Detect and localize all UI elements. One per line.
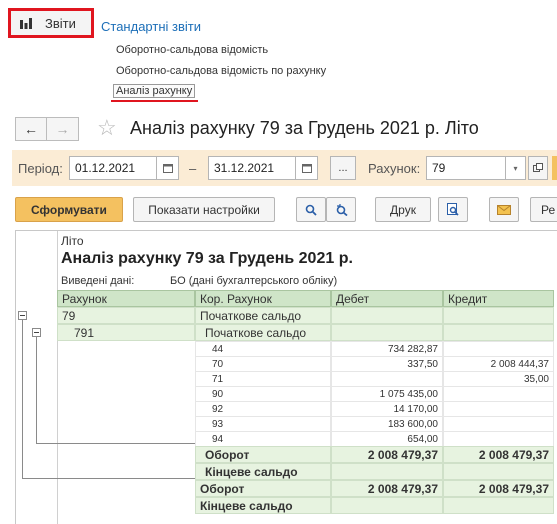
standard-reports-link[interactable]: Стандартні звіти bbox=[101, 19, 201, 34]
account-open-button[interactable] bbox=[528, 156, 548, 180]
detail-credit bbox=[443, 386, 554, 402]
account-input[interactable]: 79 bbox=[426, 156, 506, 180]
subgroup-closing-label: Кінцеве сальдо bbox=[195, 463, 331, 480]
highlight-underline bbox=[111, 100, 198, 102]
bar-chart-icon bbox=[20, 18, 32, 29]
report-meta-label: Виведені дані: bbox=[61, 275, 135, 287]
page-title: Аналіз рахунку 79 за Грудень 2021 р. Літ… bbox=[130, 118, 479, 138]
detail-corr-account: 94 bbox=[195, 431, 331, 447]
date-from-input[interactable]: 01.12.2021 bbox=[69, 156, 157, 180]
subgroup-opening-cell: Початкове сальдо bbox=[195, 324, 331, 341]
open-form-icon bbox=[533, 163, 543, 172]
detail-corr-account: 93 bbox=[195, 416, 331, 432]
detail-corr-account: 90 bbox=[195, 386, 331, 402]
subgroup-turnover-debit: 2 008 479,37 bbox=[331, 446, 443, 463]
print-preview-button[interactable] bbox=[438, 197, 468, 222]
detail-corr-account: 44 bbox=[195, 341, 331, 357]
group-opening-debit bbox=[331, 307, 443, 324]
search-next-button[interactable] bbox=[326, 197, 356, 222]
chevron-down-icon: ▾ bbox=[513, 163, 518, 173]
param-bar-edge bbox=[552, 156, 557, 180]
back-button[interactable]: ← bbox=[15, 117, 47, 141]
tree-line-inner bbox=[36, 337, 37, 443]
date-to-calendar-button[interactable] bbox=[296, 156, 318, 180]
date-to-input[interactable]: 31.12.2021 bbox=[208, 156, 296, 180]
arrow-left-icon: ← bbox=[24, 121, 38, 137]
detail-credit bbox=[443, 431, 554, 447]
show-settings-button[interactable]: Показати настройки bbox=[133, 197, 275, 222]
period-dash: – bbox=[189, 161, 197, 176]
column-header-account: Рахунок bbox=[57, 290, 195, 307]
calendar-icon bbox=[301, 164, 312, 173]
report-heading: Аналіз рахунку 79 за Грудень 2021 р. bbox=[61, 250, 353, 267]
group-turnover-debit: 2 008 479,37 bbox=[331, 480, 443, 497]
detail-corr-account: 92 bbox=[195, 401, 331, 417]
subgroup-opening-credit bbox=[443, 324, 554, 341]
column-header-debit: Дебет bbox=[331, 290, 443, 307]
collapse-group-791-icon[interactable] bbox=[32, 328, 41, 337]
detail-debit: 183 600,00 bbox=[331, 416, 443, 432]
tree-line-outer bbox=[22, 320, 23, 478]
menu-item-account-analysis[interactable]: Аналіз рахунку bbox=[113, 84, 196, 98]
detail-credit bbox=[443, 401, 554, 417]
collapse-group-79-icon[interactable] bbox=[18, 311, 27, 320]
period-label: Період: bbox=[18, 161, 63, 176]
favorite-star-icon[interactable]: ☆ bbox=[97, 115, 117, 141]
detail-debit: 654,00 bbox=[331, 431, 443, 447]
detail-credit bbox=[443, 341, 554, 357]
more-button-cut[interactable]: Ре bbox=[530, 197, 557, 222]
subgroup-turnover-credit: 2 008 479,37 bbox=[443, 446, 554, 463]
search-icon bbox=[305, 204, 317, 216]
group-closing-debit bbox=[331, 497, 443, 514]
group-opening-cell: Початкове сальдо bbox=[195, 307, 331, 324]
tree-line-outer-end bbox=[22, 478, 195, 479]
account-dropdown-button[interactable]: ▾ bbox=[506, 156, 526, 180]
calendar-icon bbox=[162, 164, 173, 173]
account-label: Рахунок: bbox=[368, 161, 421, 176]
group-turnover-credit: 2 008 479,37 bbox=[443, 480, 554, 497]
reports-button[interactable]: Звіти bbox=[8, 8, 94, 38]
envelope-icon bbox=[497, 204, 511, 215]
detail-debit: 337,50 bbox=[331, 356, 443, 372]
detail-debit: 734 282,87 bbox=[331, 341, 443, 357]
report-meta-value: БО (дані бухгалтерського обліку) bbox=[170, 275, 338, 287]
generate-button[interactable]: Сформувати bbox=[15, 197, 123, 222]
subgroup-closing-debit bbox=[331, 463, 443, 480]
reports-button-label: Звіти bbox=[45, 15, 76, 31]
detail-credit bbox=[443, 416, 554, 432]
print-preview-icon bbox=[447, 203, 459, 216]
detail-debit: 1 075 435,00 bbox=[331, 386, 443, 402]
group-turnover-label: Оборот bbox=[195, 480, 331, 497]
send-email-button[interactable] bbox=[489, 197, 519, 222]
tree-line-inner-end bbox=[36, 443, 195, 444]
report-organization: Літо bbox=[61, 234, 84, 248]
menu-item-turnover-balance-by-account[interactable]: Оборотно-сальдова відомість по рахунку bbox=[116, 65, 326, 77]
detail-debit bbox=[331, 371, 443, 387]
arrow-right-icon: → bbox=[55, 121, 70, 137]
detail-credit: 35,00 bbox=[443, 371, 554, 387]
group-closing-credit bbox=[443, 497, 554, 514]
subgroup-closing-credit bbox=[443, 463, 554, 480]
menu-item-turnover-balance[interactable]: Оборотно-сальдова відомість bbox=[116, 44, 268, 56]
print-button[interactable]: Друк bbox=[375, 197, 431, 222]
report-gutter-line bbox=[57, 231, 58, 524]
column-header-corr-account: Кор. Рахунок bbox=[195, 290, 331, 307]
history-nav: ← → bbox=[15, 117, 79, 141]
detail-corr-account: 70 bbox=[195, 356, 331, 372]
group-closing-label: Кінцеве сальдо bbox=[195, 497, 331, 514]
forward-button[interactable]: → bbox=[47, 117, 79, 141]
period-select-button[interactable]: ... bbox=[330, 156, 356, 180]
subgroup-opening-debit bbox=[331, 324, 443, 341]
detail-debit: 14 170,00 bbox=[331, 401, 443, 417]
detail-corr-account: 71 bbox=[195, 371, 331, 387]
column-header-credit: Кредит bbox=[443, 290, 554, 307]
date-from-calendar-button[interactable] bbox=[157, 156, 179, 180]
detail-credit: 2 008 444,37 bbox=[443, 356, 554, 372]
subgroup-account-cell: 791 bbox=[57, 324, 195, 341]
search-button[interactable] bbox=[296, 197, 326, 222]
group-opening-credit bbox=[443, 307, 554, 324]
group-account-cell: 79 bbox=[57, 307, 195, 324]
subgroup-turnover-label: Оборот bbox=[195, 446, 331, 463]
search-refresh-icon bbox=[336, 203, 348, 216]
